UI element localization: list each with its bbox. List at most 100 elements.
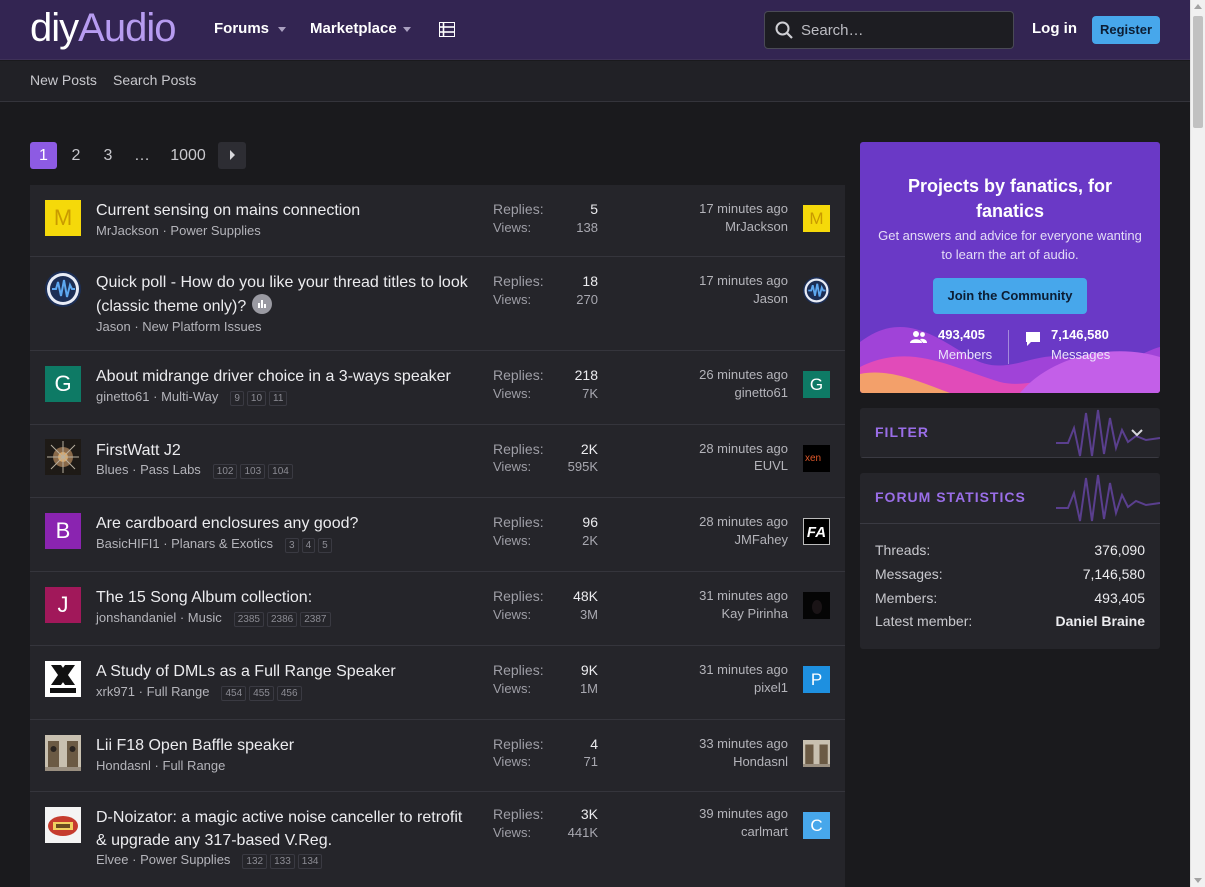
- search-posts-link[interactable]: Search Posts: [113, 72, 196, 88]
- site-logo[interactable]: diyAudio: [30, 6, 176, 50]
- author-avatar[interactable]: J: [45, 587, 81, 623]
- last-post-time[interactable]: 31 minutes ago: [699, 662, 788, 677]
- scroll-up-arrow-icon[interactable]: [1194, 4, 1202, 9]
- last-poster-avatar[interactable]: xen: [803, 445, 830, 472]
- page-jump-link[interactable]: 103: [240, 464, 266, 479]
- last-poster[interactable]: carlmart: [741, 824, 788, 839]
- thread-title[interactable]: Current sensing on mains connection: [96, 199, 471, 222]
- thread-title[interactable]: Are cardboard enclosures any good?: [96, 512, 471, 535]
- last-poster-avatar[interactable]: FA: [803, 518, 830, 545]
- chevron-down-icon[interactable]: [1131, 429, 1143, 437]
- nav-marketplace[interactable]: Marketplace: [310, 20, 397, 37]
- thread-title[interactable]: About midrange driver choice in a 3-ways…: [96, 365, 471, 388]
- page-jump-link[interactable]: 5: [318, 538, 332, 553]
- thread-author[interactable]: MrJackson: [96, 223, 159, 238]
- last-poster-avatar[interactable]: [803, 592, 830, 619]
- page-link-last[interactable]: 1000: [169, 142, 207, 169]
- last-poster[interactable]: Hondasnl: [733, 754, 788, 769]
- thread-title[interactable]: The 15 Song Album collection:: [96, 586, 471, 609]
- last-poster-avatar[interactable]: P: [803, 666, 830, 693]
- last-post-time[interactable]: 28 minutes ago: [699, 441, 788, 456]
- thread-forum[interactable]: Power Supplies: [170, 223, 260, 238]
- thread-forum[interactable]: Pass Labs: [140, 462, 201, 477]
- whats-new-list-icon[interactable]: [439, 22, 455, 37]
- page-jump-link[interactable]: 2386: [267, 612, 298, 627]
- thread-title[interactable]: A Study of DMLs as a Full Range Speaker: [96, 660, 471, 683]
- last-poster[interactable]: pixel1: [754, 680, 788, 695]
- latest-member-link[interactable]: Daniel Braine: [1056, 613, 1145, 629]
- author-avatar[interactable]: [45, 271, 81, 307]
- author-avatar[interactable]: [45, 735, 81, 771]
- login-link[interactable]: Log in: [1032, 20, 1077, 37]
- thread-forum[interactable]: Full Range: [147, 684, 210, 699]
- page-ellipsis[interactable]: …: [132, 142, 152, 169]
- last-poster[interactable]: MrJackson: [725, 219, 788, 234]
- page-jump-link[interactable]: 10: [246, 391, 267, 406]
- author-avatar[interactable]: G: [45, 366, 81, 402]
- search-box[interactable]: [764, 11, 1014, 49]
- thread-forum[interactable]: Multi-Way: [161, 389, 218, 404]
- thread-author[interactable]: Hondasnl: [96, 758, 151, 773]
- thread-title[interactable]: Lii F18 Open Baffle speaker: [96, 734, 471, 757]
- filter-title[interactable]: FILTER: [875, 424, 929, 440]
- page-jump-link[interactable]: 455: [249, 686, 274, 701]
- author-avatar[interactable]: M: [45, 200, 81, 236]
- author-avatar[interactable]: [45, 807, 81, 843]
- last-poster[interactable]: EUVL: [754, 458, 788, 473]
- page-jump-link[interactable]: 2387: [300, 612, 331, 627]
- page-jump-link[interactable]: 454: [221, 686, 247, 701]
- page-link-2[interactable]: 2: [69, 142, 83, 169]
- last-poster-avatar[interactable]: G: [803, 371, 830, 398]
- last-poster-avatar[interactable]: [803, 740, 830, 767]
- page-scrollbar[interactable]: [1190, 0, 1205, 887]
- thread-title[interactable]: D-Noizator: a magic active noise cancell…: [96, 806, 471, 852]
- page-link-3[interactable]: 3: [101, 142, 115, 169]
- last-post-time[interactable]: 17 minutes ago: [699, 201, 788, 216]
- new-posts-link[interactable]: New Posts: [30, 72, 97, 88]
- thread-author[interactable]: Elvee: [96, 852, 129, 867]
- page-link-1[interactable]: 1: [30, 142, 57, 169]
- nav-forums[interactable]: Forums: [214, 20, 269, 37]
- last-post-time[interactable]: 28 minutes ago: [699, 514, 788, 529]
- author-avatar[interactable]: [45, 439, 81, 475]
- page-jump-link[interactable]: 9: [230, 391, 244, 406]
- page-jump-link[interactable]: 456: [276, 686, 302, 701]
- search-input[interactable]: [801, 20, 1001, 40]
- last-poster[interactable]: Jason: [753, 291, 788, 306]
- scrollbar-thumb[interactable]: [1193, 16, 1203, 128]
- page-jump-link[interactable]: 132: [242, 854, 268, 869]
- page-jump-link[interactable]: 104: [268, 464, 293, 479]
- last-post-time[interactable]: 39 minutes ago: [699, 806, 788, 821]
- last-poster-avatar[interactable]: [803, 277, 830, 304]
- filter-block[interactable]: FILTER: [860, 408, 1160, 458]
- thread-title[interactable]: FirstWatt J2: [96, 439, 471, 462]
- thread-forum[interactable]: Music: [188, 610, 222, 625]
- page-jump-link[interactable]: 134: [297, 854, 323, 869]
- last-poster[interactable]: JMFahey: [735, 532, 788, 547]
- last-poster-avatar[interactable]: M: [803, 205, 830, 232]
- last-post-time[interactable]: 26 minutes ago: [699, 367, 788, 382]
- last-post-time[interactable]: 33 minutes ago: [699, 736, 788, 751]
- thread-author[interactable]: xrk971: [96, 684, 135, 699]
- thread-forum[interactable]: Planars & Exotics: [171, 536, 273, 551]
- last-post-time[interactable]: 31 minutes ago: [699, 588, 788, 603]
- thread-forum[interactable]: Full Range: [163, 758, 226, 773]
- thread-title[interactable]: Quick poll - How do you like your thread…: [96, 271, 471, 318]
- last-poster[interactable]: ginetto61: [735, 385, 789, 400]
- author-avatar[interactable]: [45, 661, 81, 697]
- thread-author[interactable]: BasicHIFI1: [96, 536, 160, 551]
- last-post-time[interactable]: 17 minutes ago: [699, 273, 788, 288]
- page-jump-link[interactable]: 133: [270, 854, 295, 869]
- page-jump-link[interactable]: 102: [212, 464, 238, 479]
- page-jump-link[interactable]: 3: [285, 538, 299, 553]
- page-jump-link[interactable]: 11: [269, 391, 288, 406]
- page-jump-link[interactable]: 4: [301, 538, 316, 553]
- author-avatar[interactable]: B: [45, 513, 81, 549]
- thread-author[interactable]: jonshandaniel: [96, 610, 176, 625]
- thread-author[interactable]: Blues: [96, 462, 129, 477]
- thread-forum[interactable]: New Platform Issues: [142, 319, 261, 334]
- last-poster[interactable]: Kay Pirinha: [722, 606, 788, 621]
- marketplace-chevron-down-icon[interactable]: [403, 27, 411, 32]
- register-button[interactable]: Register: [1092, 16, 1160, 44]
- last-poster-avatar[interactable]: C: [803, 812, 830, 839]
